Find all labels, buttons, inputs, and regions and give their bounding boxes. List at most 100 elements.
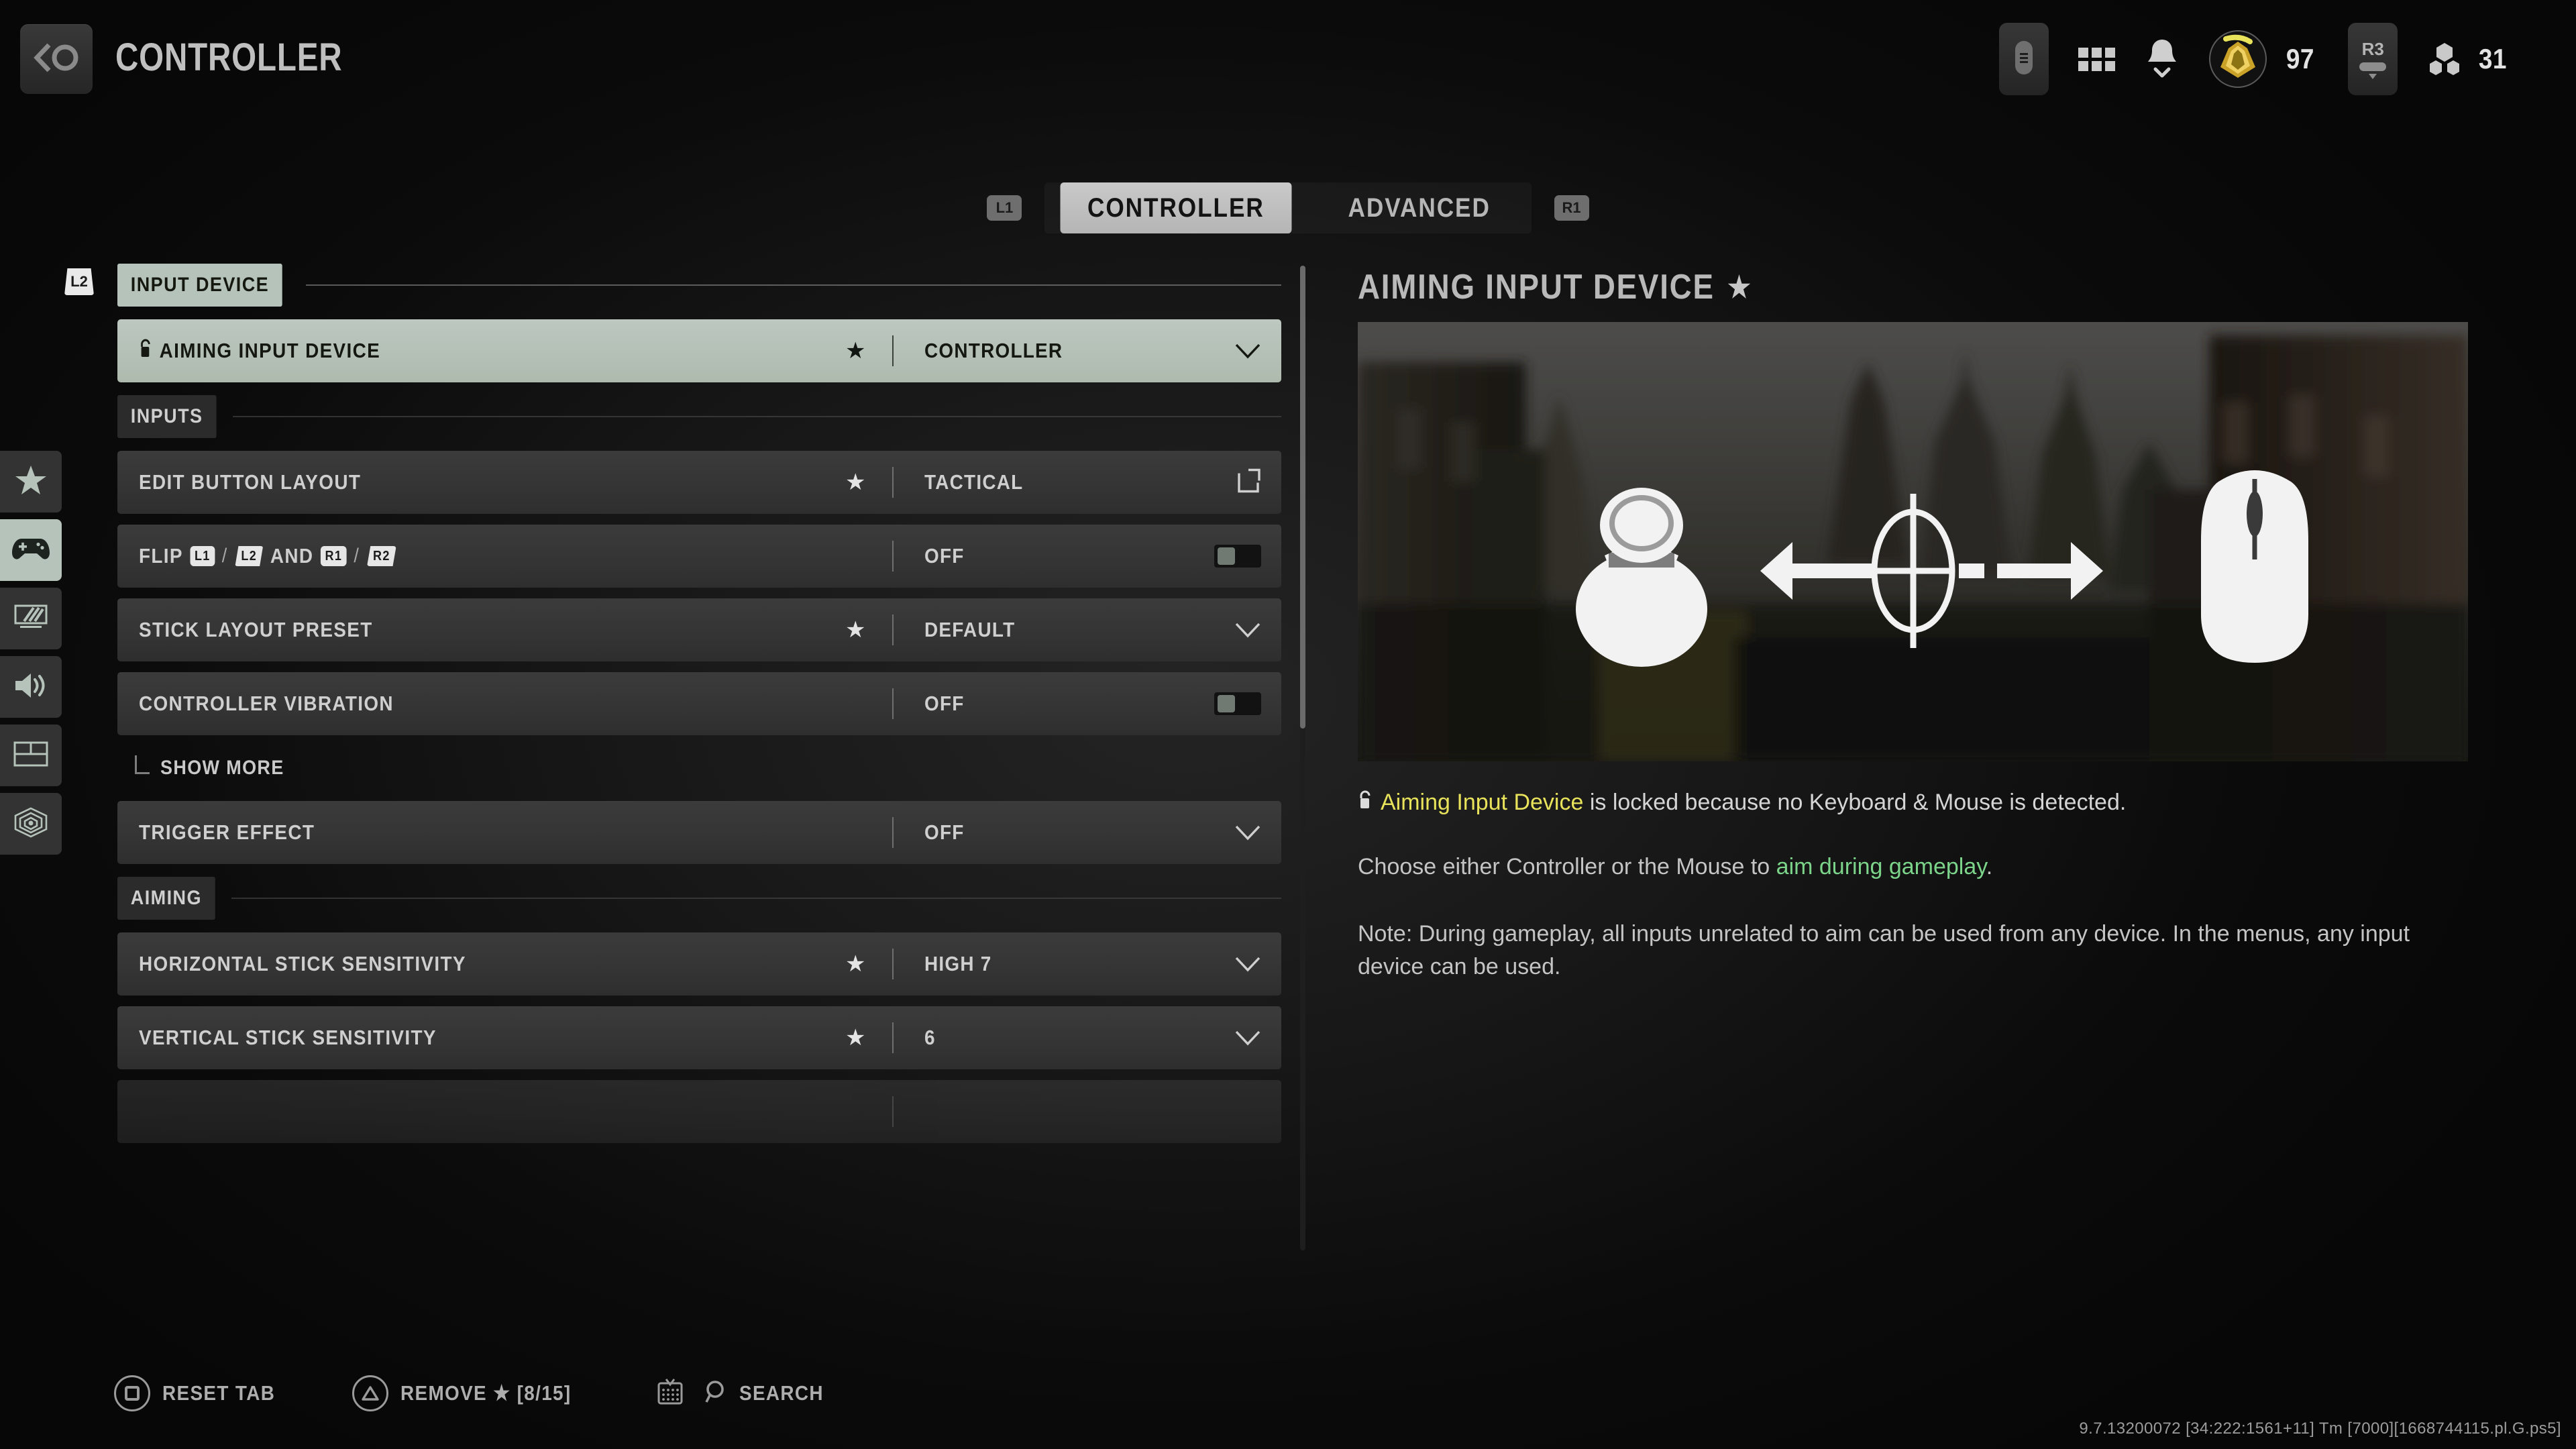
open-external-icon [1237, 468, 1261, 497]
row-control[interactable] [1214, 692, 1261, 715]
r1-badge: R1 [321, 546, 347, 566]
row-label: TRIGGER EFFECT [139, 820, 315, 844]
row-value: OFF [924, 820, 965, 844]
chevron-down-icon [1234, 824, 1261, 841]
description-post: . [1986, 854, 1993, 879]
accessibility-icon [13, 807, 49, 841]
square-button-icon [114, 1375, 150, 1411]
notifications-button[interactable] [2145, 37, 2180, 82]
remove-favorite-button[interactable]: REMOVE ★ [8/15] [352, 1375, 590, 1411]
row-trigger-effect[interactable]: TRIGGER EFFECT OFF [117, 801, 1281, 864]
toggle-switch[interactable] [1214, 545, 1261, 568]
l2-badge: L2 [235, 546, 264, 566]
star-icon [15, 465, 47, 499]
row-control[interactable] [1234, 956, 1261, 972]
section-inputs: INPUTS [117, 393, 1281, 440]
row-divider [892, 614, 894, 645]
tab-controller[interactable]: CONTROLLER [1060, 182, 1292, 233]
rank-badge[interactable]: 97 [2208, 30, 2316, 88]
row-label: AIMING INPUT DEVICE [159, 339, 381, 362]
settings-scrollbar[interactable] [1300, 266, 1305, 1250]
row-horizontal-stick-sensitivity[interactable]: HORIZONTAL STICK SENSITIVITY ★ HIGH 7 [117, 932, 1281, 996]
prestige-emblem-icon [2208, 30, 2267, 88]
apps-grid-button[interactable] [2078, 47, 2115, 71]
search-icon [704, 1380, 727, 1407]
l2-rail-hint: L2 [64, 268, 94, 295]
section-input-device: INPUT DEVICE [117, 262, 1281, 309]
build-version-text: 9.7.13200072 [34:222:1561+11] Tm [7000][… [2079, 1419, 2561, 1438]
elbow-connector-icon [135, 755, 150, 774]
row-control[interactable] [1234, 1030, 1261, 1046]
search-button[interactable]: SEARCH [655, 1377, 833, 1411]
favorite-star-icon[interactable]: ★ [845, 953, 865, 975]
bell-icon [2145, 37, 2180, 82]
r3-button[interactable]: R3 [2348, 23, 2398, 95]
reset-tab-button[interactable]: RESET TAB [114, 1375, 288, 1411]
locked-reason-text: is locked because no Keyboard & Mouse is… [1583, 790, 2127, 815]
detail-note: Note: During gameplay, all inputs unrela… [1358, 921, 2410, 979]
detail-description: Choose either Controller or the Mouse to… [1358, 851, 2445, 883]
tab-advanced[interactable]: ADVANCED [1321, 182, 1517, 233]
rail-item-audio[interactable] [0, 656, 62, 718]
scrollbar-thumb[interactable] [1300, 266, 1305, 729]
chevron-down-icon [1234, 343, 1261, 359]
row-value: DEFAULT [924, 618, 1016, 641]
toggle-knob [1218, 695, 1235, 712]
chevron-down-icon [1234, 622, 1261, 638]
row-divider [892, 817, 894, 848]
controller-battery-button[interactable] [1998, 23, 2049, 95]
row-controller-vibration[interactable]: CONTROLLER VIBRATION OFF [117, 672, 1281, 735]
section-rule [231, 898, 1281, 899]
row-label: STICK LAYOUT PRESET [139, 618, 373, 641]
row-control[interactable] [1214, 545, 1261, 568]
row-control[interactable] [1234, 343, 1261, 359]
favorite-star-icon[interactable]: ★ [845, 619, 865, 641]
rail-item-accessibility[interactable] [0, 793, 62, 855]
row-flip-triggers[interactable]: FLIP L1 / L2 AND R1 / R2 OFF [117, 525, 1281, 588]
row-divider [892, 467, 894, 498]
favorite-star-icon[interactable]: ★ [845, 339, 865, 362]
rail-item-interface[interactable] [0, 724, 62, 786]
search-label: SEARCH [739, 1381, 824, 1405]
rail-item-controller[interactable] [0, 519, 62, 581]
row-label: VERTICAL STICK SENSITIVITY [139, 1026, 437, 1049]
toggle-switch[interactable] [1214, 692, 1261, 715]
row-control[interactable] [1234, 824, 1261, 841]
row-vertical-stick-sensitivity[interactable]: VERTICAL STICK SENSITIVITY ★ 6 [117, 1006, 1281, 1069]
section-rule [306, 284, 1281, 286]
section-title: INPUT DEVICE [117, 264, 282, 307]
back-button[interactable] [20, 24, 93, 94]
detail-panel: AIMING INPUT DEVICE ★ Aiming Input Devic… [1358, 267, 2479, 983]
top-header: CONTROLLER 97 R3 31 [0, 0, 2576, 131]
tab-bar: L1 CONTROLLER ADVANCED R1 [0, 182, 2576, 233]
row-divider [892, 541, 894, 572]
row-edit-button-layout[interactable]: EDIT BUTTON LAYOUT ★ TACTICAL [117, 451, 1281, 514]
show-more-button[interactable]: SHOW MORE [135, 746, 1281, 790]
triangle-button-icon [352, 1375, 388, 1411]
separator: / [354, 545, 360, 567]
apps-grid-icon [2078, 47, 2115, 71]
favorite-star-icon[interactable]: ★ [845, 471, 865, 494]
row-value: TACTICAL [924, 470, 1024, 494]
row-label-wrap: FLIP L1 / L2 AND R1 / R2 [139, 544, 396, 568]
row-control[interactable] [1237, 468, 1261, 497]
r3-stick-icon: R3 [2359, 38, 2387, 80]
description-pre: Choose either Controller or the Mouse to [1358, 854, 1776, 879]
rail-item-favorites[interactable] [0, 451, 62, 513]
row-control[interactable] [1234, 622, 1261, 638]
header-status-cluster: 97 R3 31 [1998, 22, 2524, 96]
row-divider [892, 1096, 894, 1127]
mouse-icon [2200, 470, 2308, 663]
row-label: CONTROLLER VIBRATION [139, 692, 394, 715]
row-stick-layout-preset[interactable]: STICK LAYOUT PRESET ★ DEFAULT [117, 598, 1281, 661]
arrow-left-icon [1760, 541, 1873, 600]
r3-label: R3 [2361, 38, 2384, 59]
favorite-star-icon[interactable]: ★ [845, 1026, 865, 1049]
flip-prefix-label: FLIP [139, 544, 183, 568]
squad-button[interactable]: 31 [2427, 40, 2509, 78]
rail-item-graphics[interactable] [0, 588, 62, 649]
row-aiming-input-device[interactable]: AIMING INPUT DEVICE ★ CONTROLLER [117, 319, 1281, 382]
row-label: EDIT BUTTON LAYOUT [139, 470, 362, 494]
row-next-partial[interactable] [117, 1080, 1281, 1143]
l1-badge: L1 [190, 546, 215, 566]
